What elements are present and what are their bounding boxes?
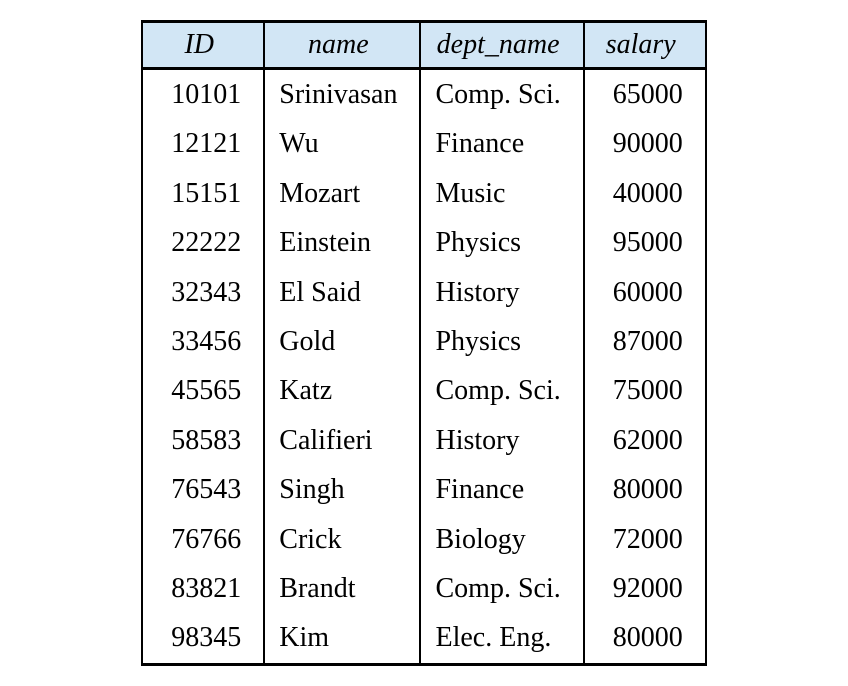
table-row: 83821 Brandt Comp. Sci. 92000	[142, 564, 705, 613]
column-header-dept: dept_name	[420, 22, 583, 69]
table-row: 10101 Srinivasan Comp. Sci. 65000	[142, 69, 705, 120]
cell-name: Wu	[264, 119, 420, 168]
cell-dept: Comp. Sci.	[420, 366, 583, 415]
table-row: 32343 El Said History 60000	[142, 268, 705, 317]
cell-dept: Comp. Sci.	[420, 69, 583, 120]
cell-id: 12121	[142, 119, 264, 168]
cell-dept: History	[420, 268, 583, 317]
cell-id: 45565	[142, 366, 264, 415]
cell-salary: 87000	[584, 317, 706, 366]
table-row: 58583 Califieri History 62000	[142, 416, 705, 465]
table-row: 98345 Kim Elec. Eng. 80000	[142, 613, 705, 664]
cell-id: 15151	[142, 169, 264, 218]
cell-name: Gold	[264, 317, 420, 366]
cell-name: Srinivasan	[264, 69, 420, 120]
cell-id: 98345	[142, 613, 264, 664]
cell-dept: Biology	[420, 515, 583, 564]
cell-salary: 80000	[584, 613, 706, 664]
cell-salary: 90000	[584, 119, 706, 168]
cell-id: 22222	[142, 218, 264, 267]
cell-salary: 80000	[584, 465, 706, 514]
table-row: 22222 Einstein Physics 95000	[142, 218, 705, 267]
column-header-id: ID	[142, 22, 264, 69]
cell-id: 32343	[142, 268, 264, 317]
cell-dept: Physics	[420, 317, 583, 366]
cell-name: Katz	[264, 366, 420, 415]
cell-dept: Music	[420, 169, 583, 218]
cell-id: 76543	[142, 465, 264, 514]
cell-name: Califieri	[264, 416, 420, 465]
table-row: 15151 Mozart Music 40000	[142, 169, 705, 218]
cell-name: Kim	[264, 613, 420, 664]
cell-name: Brandt	[264, 564, 420, 613]
cell-dept: Elec. Eng.	[420, 613, 583, 664]
cell-id: 58583	[142, 416, 264, 465]
cell-name: Einstein	[264, 218, 420, 267]
cell-salary: 75000	[584, 366, 706, 415]
cell-dept: Comp. Sci.	[420, 564, 583, 613]
cell-dept: Finance	[420, 465, 583, 514]
cell-id: 10101	[142, 69, 264, 120]
cell-salary: 95000	[584, 218, 706, 267]
cell-salary: 60000	[584, 268, 706, 317]
instructor-table: ID name dept_name salary 10101 Srinivasa…	[141, 20, 706, 666]
table-row: 12121 Wu Finance 90000	[142, 119, 705, 168]
cell-salary: 62000	[584, 416, 706, 465]
cell-salary: 40000	[584, 169, 706, 218]
cell-id: 33456	[142, 317, 264, 366]
cell-id: 76766	[142, 515, 264, 564]
cell-name: El Said	[264, 268, 420, 317]
cell-salary: 92000	[584, 564, 706, 613]
table-row: 33456 Gold Physics 87000	[142, 317, 705, 366]
cell-id: 83821	[142, 564, 264, 613]
cell-salary: 72000	[584, 515, 706, 564]
table-body: 10101 Srinivasan Comp. Sci. 65000 12121 …	[142, 69, 705, 665]
cell-name: Singh	[264, 465, 420, 514]
table-row: 76766 Crick Biology 72000	[142, 515, 705, 564]
column-header-salary: salary	[584, 22, 706, 69]
table-row: 45565 Katz Comp. Sci. 75000	[142, 366, 705, 415]
instructor-table-container: ID name dept_name salary 10101 Srinivasa…	[141, 20, 706, 666]
cell-name: Crick	[264, 515, 420, 564]
table-row: 76543 Singh Finance 80000	[142, 465, 705, 514]
cell-name: Mozart	[264, 169, 420, 218]
table-header-row: ID name dept_name salary	[142, 22, 705, 69]
cell-dept: Finance	[420, 119, 583, 168]
cell-dept: Physics	[420, 218, 583, 267]
cell-dept: History	[420, 416, 583, 465]
cell-salary: 65000	[584, 69, 706, 120]
column-header-name: name	[264, 22, 420, 69]
